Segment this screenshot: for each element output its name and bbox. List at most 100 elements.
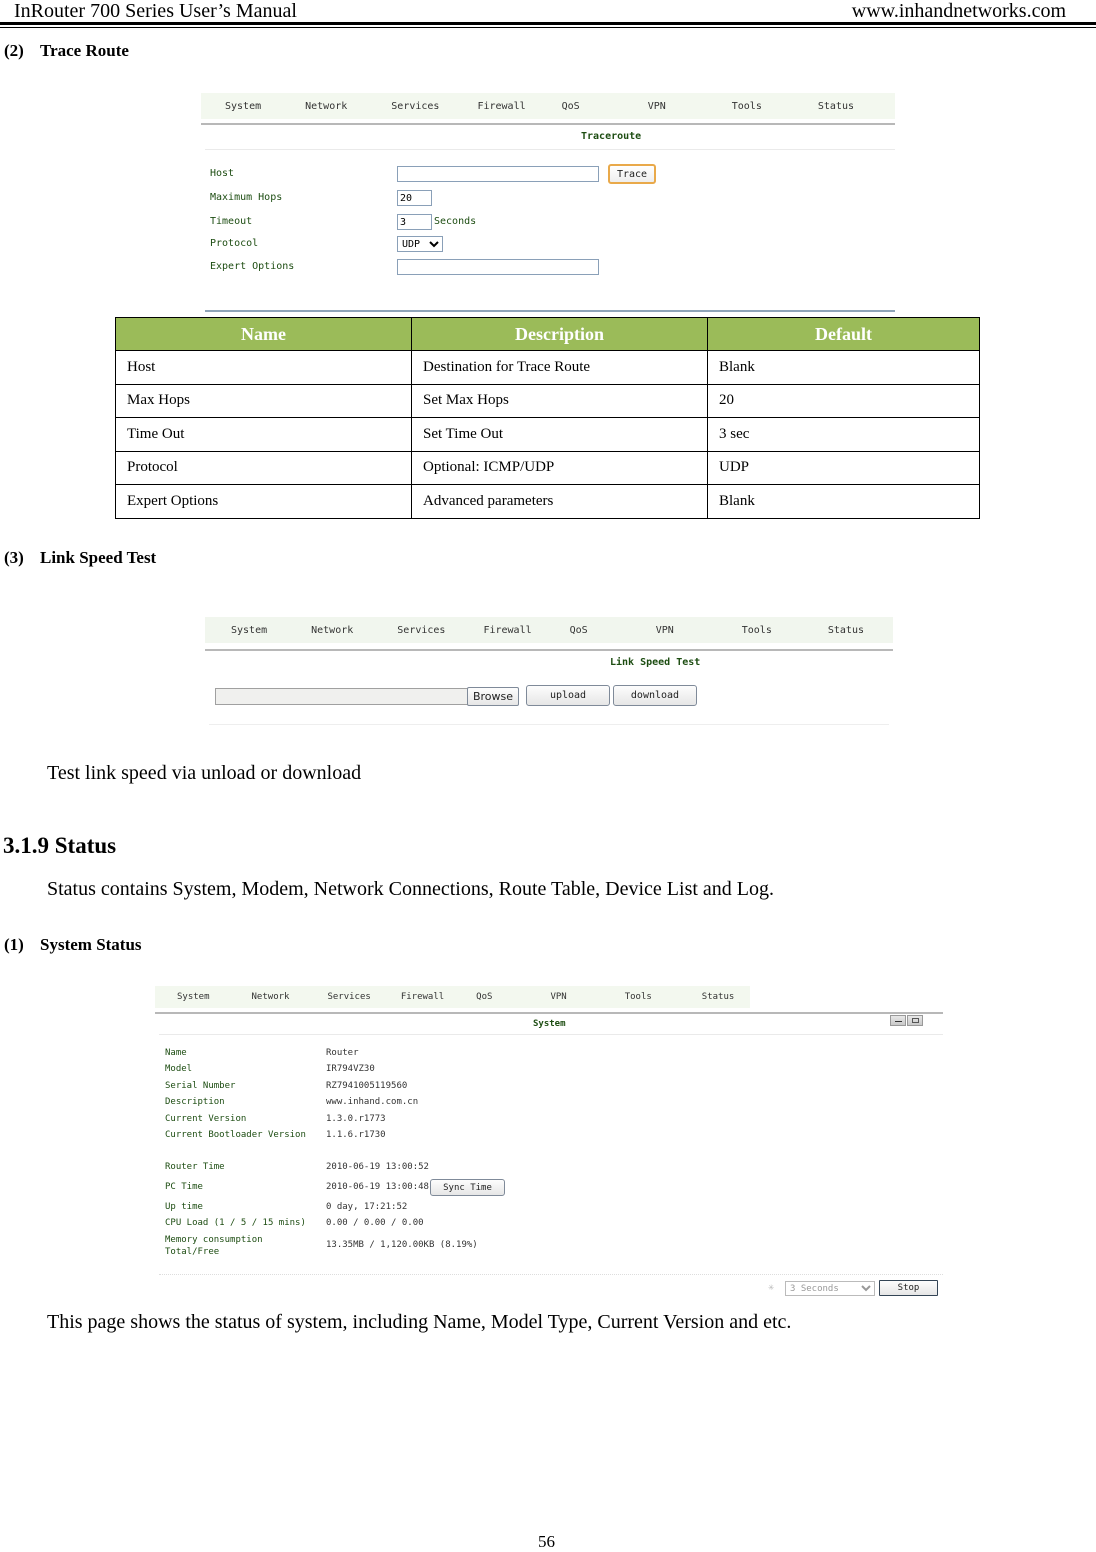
upload-button[interactable]: upload [526, 685, 610, 706]
status-section-intro: Status contains System, Modem, Network C… [47, 878, 775, 900]
nav-item-network[interactable]: Network [305, 101, 347, 112]
column-header-description: Description [411, 317, 708, 351]
cell-name: Protocol [115, 450, 412, 485]
nav-item-status[interactable]: Status [828, 625, 864, 636]
panel-bottom-rule [205, 310, 895, 312]
nav-item-services[interactable]: Services [391, 101, 439, 112]
up-time-label: Up time [165, 1202, 203, 1212]
nav-item-vpn[interactable]: VPN [550, 992, 566, 1002]
description-label: Description [165, 1097, 225, 1107]
pc-time-label: PC Time [165, 1182, 203, 1192]
nav-item-firewall[interactable]: Firewall [477, 101, 525, 112]
system-status-heading: (1) System Status [4, 935, 142, 955]
system-status-screenshot: System Network Services Firewall QoS VPN… [155, 986, 943, 1298]
cell-default: 20 [707, 383, 980, 418]
nav-item-tools[interactable]: Tools [732, 101, 762, 112]
manual-title: InRouter 700 Series User’s Manual [14, 0, 297, 22]
memory-label: Memory consumption Total/Free [165, 1235, 263, 1257]
trace-route-parameter-table: Name Description Default Host Destinatio… [115, 317, 980, 519]
table-row: Host Destination for Trace Route Blank [115, 350, 980, 385]
header-rule-thin [0, 27, 1096, 28]
expert-options-input[interactable] [397, 259, 599, 275]
nav-item-vpn[interactable]: VPN [648, 101, 666, 112]
cell-description: Advanced parameters [411, 484, 708, 519]
section-title: System Status [40, 935, 142, 954]
cell-name: Expert Options [115, 484, 412, 519]
up-time-value: 0 day, 17:21:52 [326, 1202, 408, 1212]
title-divider [159, 1034, 943, 1035]
model-label: Model [165, 1064, 193, 1074]
cell-description: Set Max Hops [411, 383, 708, 418]
current-version-value: 1.3.0.r1773 [326, 1114, 386, 1124]
cell-description: Optional: ICMP/UDP [411, 450, 708, 485]
sync-time-button[interactable]: Sync Time [430, 1179, 505, 1196]
table-row: Max Hops Set Max Hops 20 [115, 383, 980, 418]
host-label: Host [210, 168, 235, 179]
table-row: Protocol Optional: ICMP/UDP UDP [115, 450, 980, 485]
footer-divider [159, 1274, 943, 1275]
pc-time-value: 2010-06-19 13:00:48 [326, 1182, 429, 1192]
router-time-value: 2010-06-19 13:00:52 [326, 1162, 429, 1172]
minimize-icon[interactable] [890, 1015, 906, 1026]
timeout-label: Timeout [210, 216, 253, 227]
cell-default: Blank [707, 484, 980, 519]
website-url: www.inhandnetworks.com [851, 0, 1066, 22]
status-section-heading: 3.1.9 Status [3, 833, 117, 858]
cpu-load-label: CPU Load (1 / 5 / 15 mins) [165, 1218, 306, 1228]
maximize-icon[interactable] [907, 1015, 923, 1026]
current-version-label: Current Version [165, 1114, 247, 1124]
nav-item-services[interactable]: Services [397, 625, 445, 636]
link-speed-test-heading: (3) Link Speed Test [4, 548, 156, 568]
stop-button[interactable]: Stop [879, 1280, 938, 1296]
protocol-select[interactable]: UDP [397, 236, 443, 252]
browse-button[interactable]: Browse [467, 687, 519, 706]
memory-value: 13.35MB / 1,120.00KB (8.19%) [326, 1240, 478, 1250]
nav-item-tools[interactable]: Tools [742, 625, 772, 636]
section-number: (2) [4, 41, 24, 60]
cell-name: Time Out [115, 417, 412, 452]
max-hops-label: Maximum Hops [210, 192, 283, 203]
nav-item-qos[interactable]: QoS [476, 992, 492, 1002]
trace-button[interactable]: Trace [608, 164, 656, 184]
main-nav: System Network Services Firewall QoS VPN… [155, 986, 750, 1008]
nav-item-network[interactable]: Network [311, 625, 353, 636]
table-header-row: Name Description Default [115, 317, 980, 351]
header-rule [0, 22, 1096, 25]
column-header-default: Default [707, 317, 980, 351]
nav-item-services[interactable]: Services [327, 992, 370, 1002]
cpu-load-value: 0.00 / 0.00 / 0.00 [326, 1218, 424, 1228]
timeout-input[interactable] [397, 214, 432, 230]
nav-item-qos[interactable]: QoS [562, 101, 580, 112]
nav-item-tools[interactable]: Tools [625, 992, 652, 1002]
main-nav: System Network Services Firewall QoS VPN… [201, 93, 895, 119]
table-row: Expert Options Advanced parameters Blank [115, 484, 980, 519]
file-path-input[interactable] [215, 688, 471, 705]
protocol-label: Protocol [210, 238, 259, 249]
page-number: 56 [538, 1532, 555, 1551]
panel-title: System [533, 1019, 566, 1029]
name-label: Name [165, 1048, 187, 1058]
model-value: IR794VZ30 [326, 1064, 375, 1074]
cell-default: UDP [707, 450, 980, 485]
column-header-name: Name [115, 317, 412, 351]
name-value: Router [326, 1048, 359, 1058]
nav-item-status[interactable]: Status [702, 992, 735, 1002]
nav-item-system[interactable]: System [177, 992, 210, 1002]
nav-item-network[interactable]: Network [252, 992, 290, 1002]
nav-item-system[interactable]: System [225, 101, 261, 112]
section-number: (3) [4, 548, 24, 567]
nav-item-firewall[interactable]: Firewall [401, 992, 444, 1002]
download-button[interactable]: download [613, 685, 697, 706]
nav-item-system[interactable]: System [231, 625, 267, 636]
title-divider [205, 149, 895, 150]
max-hops-input[interactable] [397, 190, 432, 206]
nav-item-firewall[interactable]: Firewall [483, 625, 531, 636]
nav-item-vpn[interactable]: VPN [656, 625, 674, 636]
nav-item-qos[interactable]: QoS [570, 625, 588, 636]
router-time-label: Router Time [165, 1162, 225, 1172]
section-number: (1) [4, 935, 24, 954]
host-input[interactable] [397, 166, 599, 182]
refresh-interval-select[interactable]: 3 Seconds [785, 1281, 875, 1296]
traceroute-screenshot: System Network Services Firewall QoS VPN… [201, 93, 895, 313]
nav-item-status[interactable]: Status [818, 101, 854, 112]
